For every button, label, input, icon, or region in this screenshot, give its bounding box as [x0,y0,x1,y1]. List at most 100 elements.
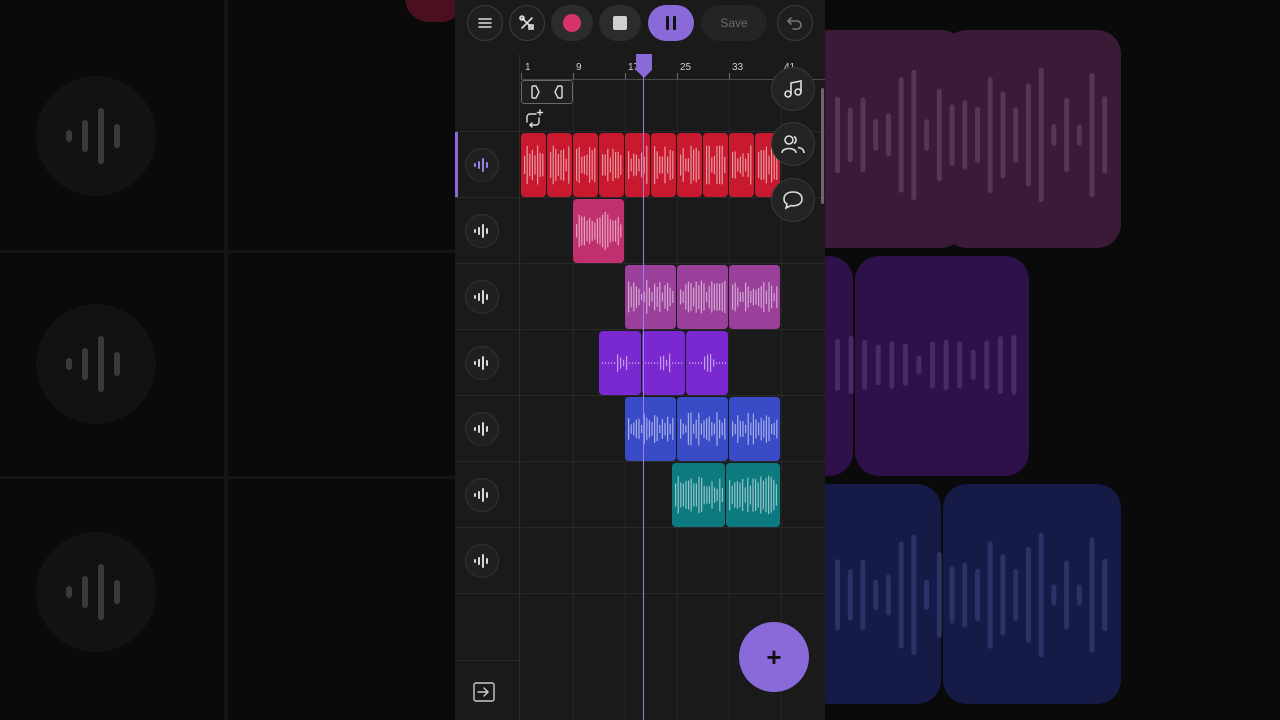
background-left [0,0,455,720]
audio-clip[interactable] [703,133,728,197]
audio-clip[interactable] [677,133,702,197]
audio-clip[interactable] [625,133,650,197]
stage: Save 1 9 17 25 33 41 [0,0,1280,720]
bg-waveform [835,532,1108,658]
track-header[interactable] [455,462,520,528]
grid-line [521,527,825,528]
clip-waveform [688,353,726,373]
audio-clip[interactable] [573,199,624,263]
clip-waveform [628,280,674,314]
track-header[interactable] [455,396,520,462]
scrollbar[interactable] [821,88,824,204]
track-header[interactable] [455,528,520,594]
waveform-icon [474,422,488,436]
audio-clip[interactable] [671,463,726,527]
clip-waveform [674,476,723,514]
track-instrument-button[interactable] [465,478,499,512]
track-instrument-button[interactable] [465,544,499,578]
save-button[interactable]: Save [701,5,767,41]
chat-icon [783,191,803,210]
clip-waveform [732,145,752,185]
track-instrument-button[interactable] [465,214,499,248]
clip-waveform [680,280,726,314]
undo-button[interactable] [777,5,813,41]
track-header[interactable] [455,198,520,264]
divider [455,660,520,661]
playhead-handle[interactable] [635,54,653,78]
clip-waveform [602,354,640,372]
waveform-icon [474,554,488,568]
selected-indicator [455,132,458,197]
playhead[interactable] [643,54,644,720]
menu-button[interactable] [467,5,503,41]
clip-waveform [576,146,596,184]
stop-button[interactable] [599,5,641,41]
clip-waveform [732,281,778,313]
clip-waveform [524,145,544,185]
waveform-icon [474,158,488,172]
track-header[interactable] [455,264,520,330]
audio-clip[interactable] [685,331,728,395]
audio-clip[interactable] [547,133,572,197]
record-button[interactable] [551,5,593,41]
tools-button[interactable] [509,5,545,41]
waveform-icon [474,224,488,238]
audio-clip[interactable] [625,397,676,461]
music-note-icon [784,80,802,98]
collaborators-button[interactable] [771,122,815,166]
clip-waveform [706,145,726,185]
waveform-icon [474,290,488,304]
audio-clip[interactable] [642,331,685,395]
stop-icon [613,16,627,30]
instruments-button[interactable] [771,67,815,111]
add-track-button[interactable]: + [739,622,809,692]
bg-divider [0,476,455,479]
tools-icon [519,15,534,30]
audio-clip[interactable] [677,397,728,461]
bg-waveform-icon [66,108,120,164]
bg-waveform [835,67,1108,203]
track-header-column [455,54,520,720]
grid-line [521,593,825,594]
track-instrument-button[interactable] [465,280,499,314]
bg-waveform [835,335,1017,395]
track-instrument-button[interactable] [465,148,499,182]
audio-clip[interactable] [651,133,676,197]
bg-divider [0,250,455,253]
clip-waveform [645,353,683,373]
pause-button[interactable] [648,5,694,41]
bar-label: 9 [576,62,582,73]
clip-waveform [628,413,674,445]
audio-clip[interactable] [726,463,780,527]
header-spacer [455,54,520,132]
users-icon [781,135,805,154]
collapse-panel-button[interactable] [473,682,495,702]
track-header[interactable] [455,132,520,198]
chat-button[interactable] [771,178,815,222]
grid-line [521,395,825,396]
audio-clip[interactable] [729,265,780,329]
record-icon [563,14,581,32]
grid-line [521,263,825,264]
bg-divider [224,0,228,720]
clip-waveform [654,146,674,184]
audio-clip[interactable] [625,265,676,329]
track-header[interactable] [455,330,520,396]
audio-clip[interactable] [599,331,642,395]
bg-waveform-icon [66,336,120,392]
grid-line [521,461,825,462]
audio-clip[interactable] [573,133,598,197]
audio-clip[interactable] [521,133,546,197]
clip-waveform [732,413,778,445]
grid-line [521,329,825,330]
track-instrument-button[interactable] [465,412,499,446]
audio-clip[interactable] [729,397,780,461]
toolbar: Save [455,0,825,48]
bg-clip [405,0,455,22]
bg-waveform-icon [66,564,120,620]
audio-clip[interactable] [729,133,754,197]
audio-clip[interactable] [599,133,624,197]
track-instrument-button[interactable] [465,346,499,380]
clip-waveform [628,145,648,185]
audio-clip[interactable] [677,265,728,329]
